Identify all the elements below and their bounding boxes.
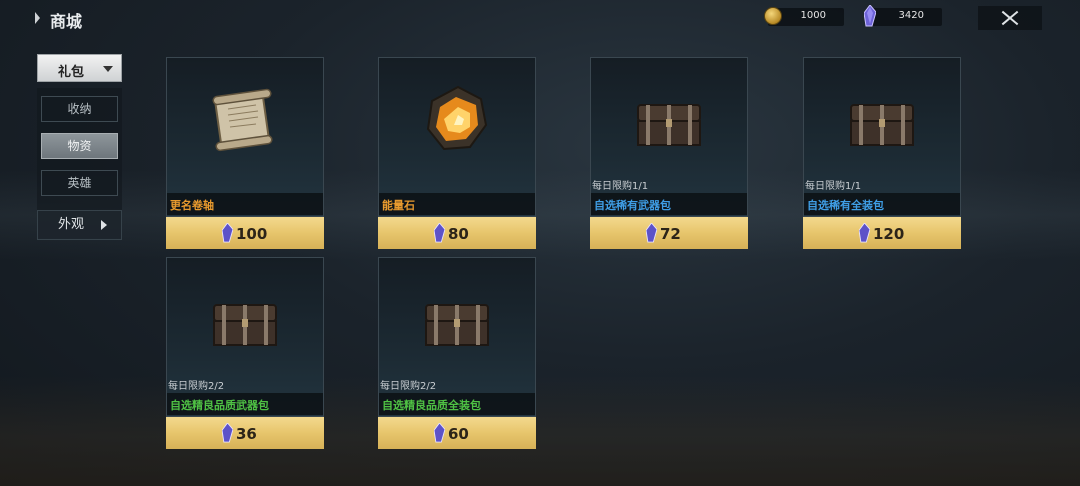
shop-item-card[interactable]: 每日限购1/1 自选稀有武器包 72 [590, 57, 748, 249]
category-appearance[interactable]: 外观 [37, 210, 122, 240]
item-name: 更名卷轴 [170, 199, 214, 212]
item-name-bar: 自选稀有武器包 [591, 193, 747, 215]
item-price: 72 [660, 225, 681, 243]
subcategory-supplies[interactable]: 物资 [41, 133, 118, 159]
item-name-bar: 能量石 [379, 193, 535, 215]
buy-button[interactable]: 80 [378, 217, 536, 249]
category-dropdown[interactable]: 礼包 [37, 54, 122, 82]
gem-amount: 3420 [898, 10, 924, 21]
shop-item-card[interactable]: 每日限购1/1 自选稀有全装包 120 [803, 57, 961, 249]
item-price: 100 [236, 225, 268, 243]
close-button[interactable] [978, 6, 1042, 30]
gem-icon [434, 423, 445, 443]
item-name-bar: 自选精良品质全装包 [379, 393, 535, 415]
scroll-icon [212, 88, 273, 152]
purchase-limit: 每日限购1/1 [805, 181, 862, 192]
subcategory-storage[interactable]: 收纳 [41, 96, 118, 122]
item-price: 36 [236, 425, 257, 443]
gold-coin-icon [764, 7, 782, 25]
chevron-right-icon [101, 220, 107, 230]
gem-icon [222, 423, 233, 443]
chest-icon [637, 104, 701, 146]
purchase-limit: 每日限购1/1 [592, 181, 649, 192]
chevron-down-icon [103, 66, 113, 72]
buy-button[interactable]: 60 [378, 417, 536, 449]
item-name-bar: 自选精良品质武器包 [167, 393, 323, 415]
buy-button[interactable]: 120 [803, 217, 961, 249]
buy-button[interactable]: 100 [166, 217, 324, 249]
item-name: 能量石 [382, 199, 415, 212]
gem-icon [434, 223, 445, 243]
appearance-label: 外观 [58, 217, 85, 232]
buy-button[interactable]: 36 [166, 417, 324, 449]
shop-item-card[interactable]: 每日限购2/2 自选精良品质武器包 36 [166, 257, 324, 449]
buy-button[interactable]: 72 [590, 217, 748, 249]
gem-icon [646, 223, 657, 243]
item-name: 自选稀有武器包 [594, 199, 671, 212]
item-name: 自选精良品质全装包 [382, 399, 481, 412]
shop-item-card[interactable]: 更名卷轴 100 [166, 57, 324, 249]
shop-item-card[interactable]: 能量石 80 [378, 57, 536, 249]
item-price: 120 [873, 225, 905, 243]
gold-amount: 1000 [800, 10, 826, 21]
purchase-limit: 每日限购2/2 [168, 381, 225, 392]
item-price: 80 [448, 225, 469, 243]
subcategory-heroes[interactable]: 英雄 [41, 170, 118, 196]
item-name: 自选稀有全装包 [807, 199, 884, 212]
energy-stone-icon [426, 85, 488, 151]
gem-icon [222, 223, 233, 243]
chest-icon [850, 104, 914, 146]
item-name-bar: 更名卷轴 [167, 193, 323, 215]
chest-icon [425, 304, 489, 346]
purchase-limit: 每日限购2/2 [380, 381, 437, 392]
gem-currency: 3420 [864, 5, 942, 27]
item-name-bar: 自选稀有全装包 [804, 193, 960, 215]
gem-icon [864, 5, 876, 27]
category-dropdown-label: 礼包 [58, 65, 85, 80]
back-arrow-icon[interactable] [35, 10, 43, 26]
chest-icon [213, 304, 277, 346]
gold-currency: 1000 [764, 7, 844, 26]
top-bar: 商城 1000 3420 [0, 0, 1080, 36]
item-price: 60 [448, 425, 469, 443]
item-name: 自选精良品质武器包 [170, 399, 269, 412]
category-sidebar: 礼包 收纳 物资 英雄 外观 [37, 54, 122, 240]
shop-item-card[interactable]: 每日限购2/2 自选精良品质全装包 60 [378, 257, 536, 449]
gem-icon [859, 223, 870, 243]
page-title: 商城 [50, 12, 83, 31]
